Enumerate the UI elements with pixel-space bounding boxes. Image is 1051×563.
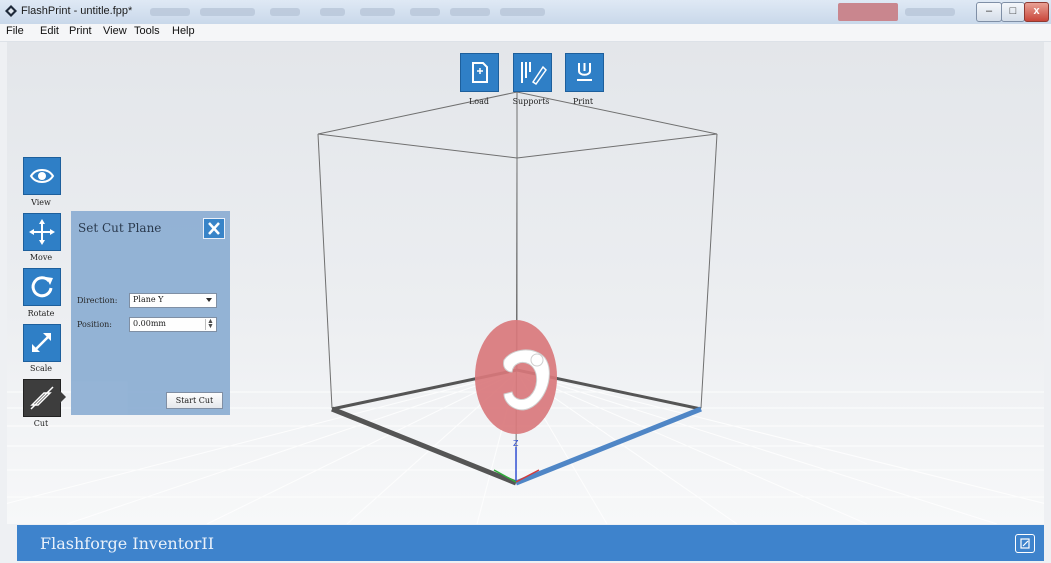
close-icon	[208, 222, 220, 235]
rotate-button[interactable]	[23, 268, 61, 306]
spin-arrows-icon[interactable]: ▲ ▼	[205, 318, 215, 330]
move-button[interactable]	[23, 213, 61, 251]
blurred-title-area	[270, 8, 300, 16]
print-button[interactable]	[565, 53, 604, 92]
load-button[interactable]	[460, 53, 499, 92]
app-logo-icon	[5, 5, 17, 17]
close-button[interactable]: x	[1024, 2, 1049, 22]
model-part[interactable]	[530, 353, 544, 367]
eye-icon	[29, 169, 55, 183]
window-title: FlashPrint - untitle.fpp*	[21, 5, 133, 17]
direction-select[interactable]: Plane Y	[129, 293, 217, 308]
view-label: View	[31, 198, 51, 207]
maximize-button[interactable]: □	[1001, 2, 1025, 22]
direction-value: Plane Y	[133, 295, 164, 304]
rotate-label: Rotate	[27, 309, 55, 318]
status-bar: Flashforge InventorII	[17, 525, 1044, 561]
menu-help[interactable]: Help	[172, 25, 195, 37]
menu-tools[interactable]: Tools	[134, 25, 160, 37]
cut-label: Cut	[33, 419, 49, 428]
menu-edit[interactable]: Edit	[40, 25, 59, 37]
cut-button[interactable]	[23, 379, 61, 417]
blurred-title-area	[200, 8, 255, 16]
blurred-title-area	[150, 8, 190, 16]
direction-label: Direction:	[77, 296, 118, 305]
supports-icon	[521, 62, 547, 86]
rotate-icon	[31, 276, 53, 298]
blurred-title-area	[905, 8, 955, 16]
cut-icon	[30, 386, 54, 410]
scale-icon	[32, 333, 51, 352]
load-file-icon	[472, 62, 488, 83]
load-label: Load	[468, 97, 490, 106]
supports-label: Supports	[512, 97, 550, 106]
panel-close-button[interactable]	[203, 218, 225, 239]
printer-model-name: Flashforge InventorII	[40, 534, 215, 553]
start-cut-button[interactable]: Start Cut	[166, 392, 223, 409]
scale-label: Scale	[29, 364, 53, 373]
print-label: Print	[572, 97, 594, 106]
cut-plane-panel: Set Cut Plane Direction: Plane Y Positio…	[71, 211, 230, 415]
position-label: Position:	[77, 320, 112, 329]
blurred-title-area	[500, 8, 545, 16]
move-arrows-icon	[29, 219, 55, 245]
print-icon	[577, 63, 592, 81]
menu-view[interactable]: View	[103, 25, 127, 37]
blurred-title-area	[360, 8, 395, 16]
connect-button[interactable]	[1015, 534, 1035, 553]
menu-file[interactable]: File	[6, 25, 24, 37]
panel-title: Set Cut Plane	[78, 221, 162, 235]
position-stepper[interactable]: 0.00mm ▲ ▼	[129, 317, 217, 332]
chevron-down-icon	[206, 298, 212, 302]
link-icon	[1020, 538, 1030, 549]
blurred-title-area	[838, 3, 898, 21]
title-bar: FlashPrint - untitle.fpp* – □ x	[0, 0, 1051, 25]
scale-button[interactable]	[23, 324, 61, 362]
menu-bar: File Edit Print View Tools Help	[0, 24, 1051, 42]
position-value: 0.00mm	[133, 319, 166, 328]
blurred-title-area	[320, 8, 345, 16]
blurred-title-area	[450, 8, 490, 16]
move-label: Move	[29, 253, 53, 262]
supports-button[interactable]	[513, 53, 552, 92]
z-axis-label: Z	[513, 439, 519, 448]
menu-print[interactable]: Print	[69, 25, 92, 37]
active-tool-pointer	[60, 391, 66, 403]
view-button[interactable]	[23, 157, 61, 195]
blurred-title-area	[410, 8, 440, 16]
minimize-button[interactable]: –	[976, 2, 1002, 22]
